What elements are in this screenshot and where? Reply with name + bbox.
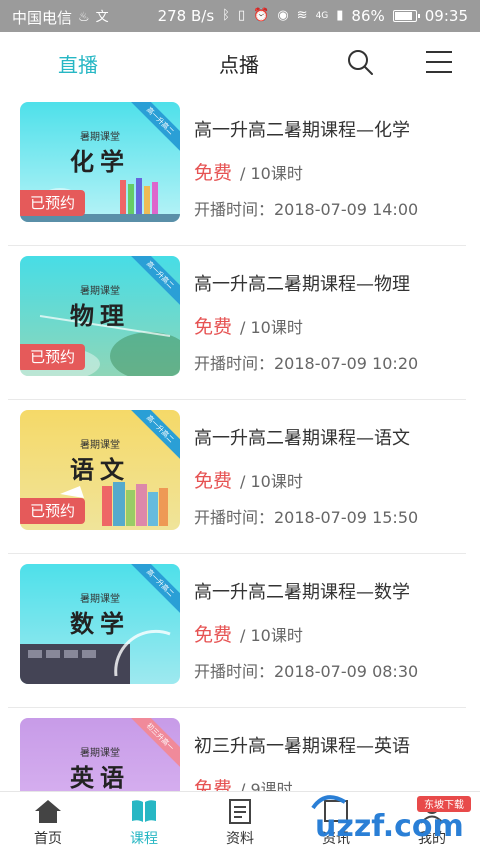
course-meta: 免费 / 10课时 [194,158,303,185]
course-lessons: / 10课时 [240,164,303,183]
course-meta: 免费 / 10课时 [194,466,303,493]
course-item[interactable]: 暑期课堂 物理 高一升高二 已预约 高一升高二暑期课程—物理 免费/ 10课时 … [8,246,466,400]
wifi-icon: ≋ [296,8,308,23]
signal-icon: ▮ [336,8,344,23]
carrier-label: 中国电信 [12,9,73,27]
course-item[interactable]: 暑期课堂 数学 高一升高二 高一升高二暑期课程—数学 免费 / 10课时 开播时间… [8,554,466,708]
tab-live[interactable]: 直播 [58,49,98,78]
tab-vod[interactable]: 点播 [219,49,259,78]
course-title[interactable]: 高一升高二暑期课程—物理 [194,270,410,296]
battery-percent: 86% [351,7,385,25]
course-price: 免费 [194,778,233,791]
course-lessons: / 10课时 [240,472,303,491]
course-meta: 免费 / 9课时 [194,774,293,791]
course-lessons: / 9课时 [240,780,293,791]
bottom-nav-materials[interactable]: 资料 [192,792,288,853]
booked-badge: 已预约 [20,498,86,524]
thumb-subtitle: 暑期课堂 [80,594,120,605]
course-title[interactable]: 高一升高二暑期课程—数学 [194,578,410,604]
thumb-title: 物理 [70,302,130,330]
course-price: 免费 [194,162,233,184]
network-type: 4G [315,11,329,21]
course-item[interactable]: 暑期课堂 英语 初三升高一 初三升高一暑期课程—英语 免费 / 9课时 [8,708,466,791]
top-nav: 直播 点播 [0,32,480,92]
thumb-subtitle: 暑期课堂 [80,440,120,451]
clock: 09:35 [424,7,468,25]
vibrate-icon: ▯ [237,8,246,23]
course-price: 免费 [194,470,233,492]
course-start-time: 开播时间：2018-07-09 08:30 [194,662,419,681]
site-watermark: uzzf.com 东坡下载 [305,788,475,848]
svg-text:东坡下载: 东坡下载 [424,798,464,811]
home-icon [35,800,61,823]
svg-text:uzzf.com: uzzf.com [315,809,464,844]
thumb-subtitle: 暑期课堂 [80,286,120,297]
bottom-nav-label: 首页 [34,831,62,847]
course-thumbnail[interactable]: 暑期课堂 数学 高一升高二 [20,564,180,684]
thumb-title: 数学 [70,610,130,638]
course-thumbnail[interactable]: 暑期课堂 化学 高一升高二 已预约 [20,102,180,222]
thumb-title: 化学 [70,148,130,176]
battery-icon [392,10,420,22]
bottom-nav-label: 课程 [130,831,158,847]
course-lessons: / 10课时 [240,626,303,645]
booked-badge: 已预约 [20,344,86,370]
course-item[interactable]: 暑期课堂 化学 高一升高二 已预约 高一升高二暑期课程—化学 免费/ 10课时 … [8,92,466,246]
thumb-subtitle: 暑期课堂 [80,748,120,759]
eye-icon: ◉ [277,8,289,23]
thumb-title: 英语 [70,764,130,791]
course-title[interactable]: 高一升高二暑期课程—语文 [194,424,410,450]
status-right: 278 B/s ᛒ ▯ ⏰ ◉ ≋ 4G ▮ 86% 09:35 [158,7,468,25]
course-thumbnail[interactable]: 暑期课堂 语文 高一升高二 已预约 [20,410,180,530]
menu-icon[interactable] [426,50,452,74]
alarm-icon: ⏰ [253,8,270,23]
course-meta: 免费 / 10课时 [194,312,303,339]
course-title[interactable]: 初三升高一暑期课程—英语 [194,732,410,758]
course-thumbnail[interactable]: 暑期课堂 物理 高一升高二 已预约 [20,256,180,376]
course-price: 免费 [194,624,233,646]
course-title[interactable]: 高一升高二暑期课程—化学 [194,116,410,142]
thumb-subtitle: 暑期课堂 [80,132,120,143]
status-left: 中国电信 ♨ 文 [12,7,109,28]
search-icon[interactable] [346,48,374,76]
course-meta: 免费 / 10课时 [194,620,303,647]
course-item[interactable]: 暑期课堂 语文 高一升高二 已预约 高一升高二暑期课程—语文 免费/ 10课时 … [8,400,466,554]
bottom-nav-courses[interactable]: 课程 [96,792,192,853]
notification-icon: 文 [95,9,109,25]
flame-icon: ♨ [78,9,90,25]
network-speed: 278 B/s [157,7,215,25]
book-icon [132,800,156,822]
bottom-nav-label: 资料 [226,831,254,847]
course-price: 免费 [194,316,233,338]
course-start-time: 开播时间：2018-07-09 14:00 [194,200,419,219]
bottom-nav-home[interactable]: 首页 [0,792,96,853]
booked-badge: 已预约 [20,190,86,216]
status-bar: 中国电信 ♨ 文 278 B/s ᛒ ▯ ⏰ ◉ ≋ 4G ▮ 86% 09:3… [0,0,480,32]
course-lessons: / 10课时 [240,318,303,337]
course-start-time: 开播时间：2018-07-09 10:20 [194,354,419,373]
course-thumbnail[interactable]: 暑期课堂 英语 初三升高一 [20,718,180,791]
bluetooth-icon: ᛒ [222,8,230,23]
course-list[interactable]: 暑期课堂 化学 高一升高二 已预约 高一升高二暑期课程—化学 免费/ 10课时 … [0,92,480,791]
thumb-title: 语文 [70,456,130,484]
watermark-logo: uzzf.com 东坡下载 [311,795,471,844]
course-start-time: 开播时间：2018-07-09 15:50 [194,508,419,527]
document-icon [229,799,251,824]
